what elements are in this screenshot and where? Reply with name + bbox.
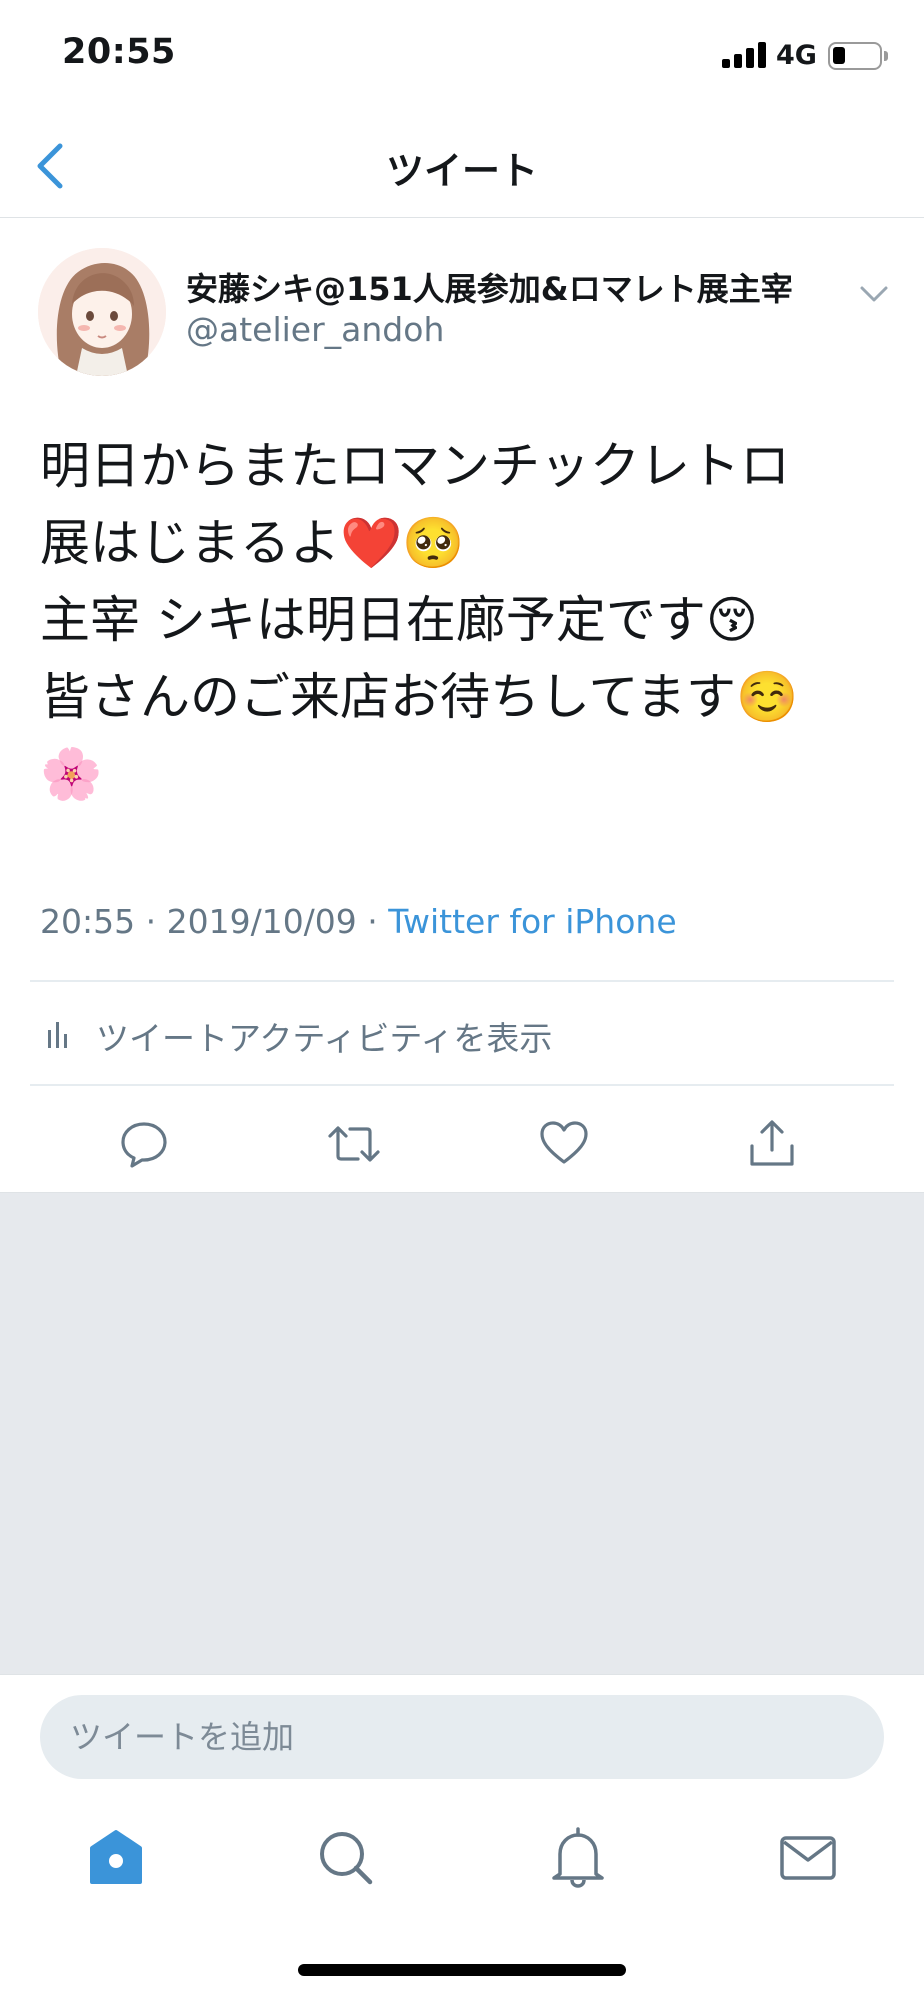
tweet-time: 20:55 <box>40 902 136 941</box>
more-options-button[interactable] <box>854 278 894 308</box>
signal-strength-icon <box>722 42 768 68</box>
chevron-down-icon <box>860 286 888 302</box>
replies-area <box>0 1192 924 1674</box>
retweet-icon <box>328 1126 380 1162</box>
tweet-meta: 20:55 · 2019/10/09 · Twitter for iPhone <box>40 902 677 941</box>
bar-chart-icon <box>48 1022 67 1048</box>
avatar-illustration <box>38 248 166 376</box>
search-icon <box>320 1832 373 1885</box>
tweet-text-line: 主宰 シキは明日在廊予定です😚 <box>40 591 759 649</box>
like-button[interactable] <box>538 1118 590 1170</box>
tweet-activity-link[interactable]: ツイートアクティビティを表示 <box>30 980 894 1084</box>
home-indicator[interactable] <box>298 1964 626 1976</box>
retweet-button[interactable] <box>326 1118 380 1170</box>
bell-icon <box>552 1827 604 1888</box>
home-icon <box>90 1830 142 1884</box>
tab-bar <box>0 1808 924 1908</box>
tweet-source-link[interactable]: Twitter for iPhone <box>388 902 676 941</box>
battery-icon <box>828 42 882 70</box>
tweet-text-line: 明日からまたロマンチックレトロ <box>40 437 790 495</box>
reply-input[interactable] <box>40 1695 884 1779</box>
share-icon <box>750 1120 794 1166</box>
network-label: 4G <box>776 40 817 71</box>
reply-icon <box>121 1122 167 1168</box>
tab-notifications[interactable] <box>538 1818 618 1898</box>
meta-separator: · <box>356 902 389 941</box>
tweet-date: 2019/10/09 <box>166 902 357 941</box>
battery-tip <box>884 51 888 61</box>
reply-button[interactable] <box>118 1118 170 1170</box>
tab-home[interactable] <box>76 1818 156 1898</box>
tweet-text-line: 展はじまるよ❤️🥺 <box>40 514 465 572</box>
tweet-text-line: 🌸 <box>40 745 103 803</box>
author-handle[interactable]: @atelier_andoh <box>186 310 444 349</box>
meta-separator: · <box>135 902 167 941</box>
avatar[interactable] <box>38 248 166 376</box>
page-title: ツイート <box>385 149 538 193</box>
author-display-name[interactable]: 安藤シキ@151人展参加&ロマレト展主宰 <box>186 264 793 310</box>
status-time: 20:55 <box>62 32 176 72</box>
mail-icon <box>780 1836 836 1880</box>
status-bar: 20:55 4G <box>0 0 924 110</box>
tab-messages[interactable] <box>768 1818 848 1898</box>
tweet-action-bar <box>0 1084 924 1194</box>
share-button[interactable] <box>746 1118 798 1170</box>
tweet-activity-label: ツイートアクティビティを表示 <box>96 1019 553 1058</box>
tab-search[interactable] <box>306 1818 386 1898</box>
nav-bar: ツイート <box>0 110 924 218</box>
heart-icon <box>540 1121 588 1164</box>
tweet-text: 明日からまたロマンチックレトロ 展はじまるよ❤️🥺 主宰 シキは明日在廊予定です… <box>40 428 900 813</box>
tweet-text-line: 皆さんのご来店お待ちしてます☺️ <box>40 668 799 726</box>
